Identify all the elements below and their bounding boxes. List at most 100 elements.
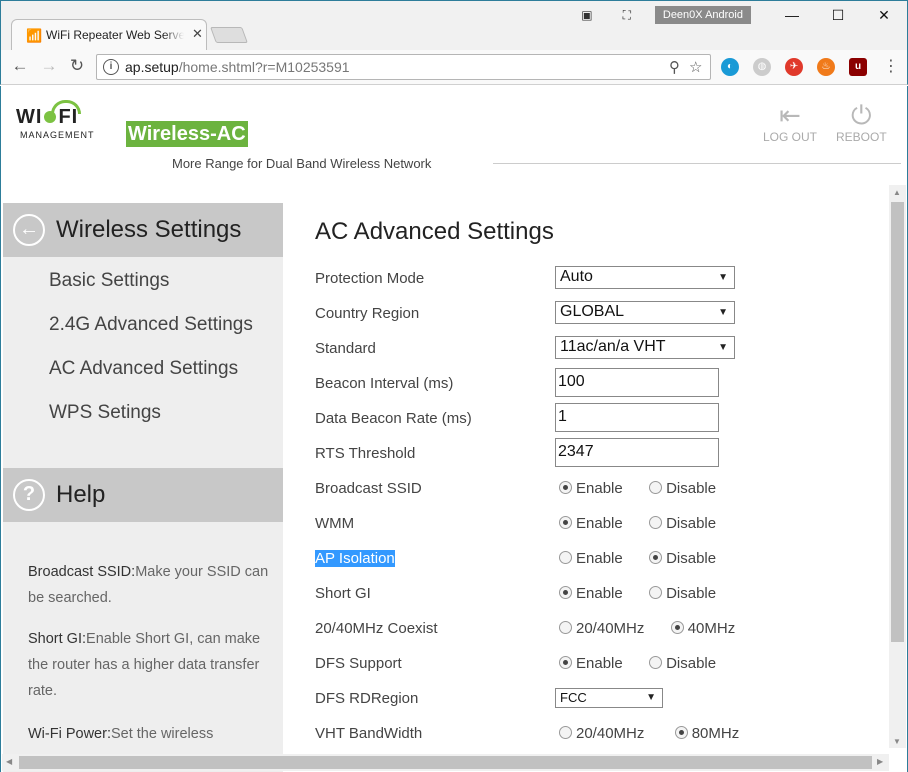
- scroll-right-icon[interactable]: ▶: [877, 757, 883, 766]
- logout-icon: ⇤: [779, 100, 801, 130]
- help-short-gi: Short GI:Enable Short GI, can make the r…: [28, 626, 273, 704]
- dfs-rdregion-select[interactable]: FCC ▼: [555, 688, 663, 708]
- back-circle-icon[interactable]: ←: [13, 214, 45, 246]
- broadcast-ssid-disable-radio[interactable]: [649, 481, 663, 494]
- radio-label: Enable: [576, 585, 623, 602]
- wireless-settings-header[interactable]: ← Wireless Settings: [3, 203, 283, 257]
- vertical-scrollbar[interactable]: ▲ ▼: [889, 185, 906, 748]
- radio-label: Disable: [666, 655, 717, 672]
- cast-icon[interactable]: ▣: [575, 8, 599, 22]
- profile-badge[interactable]: Deen0X Android: [654, 6, 751, 24]
- help-term: Short GI:: [28, 631, 87, 647]
- wmm-enable-radio[interactable]: [559, 516, 572, 529]
- help-wifi-power: Wi-Fi Power:Set the wireless: [28, 721, 273, 747]
- new-tab-button[interactable]: [210, 27, 248, 43]
- country-region-select[interactable]: GLOBAL ▼: [555, 301, 735, 324]
- extension-fire-icon[interactable]: ♨: [817, 58, 835, 76]
- ap-isolation-enable-radio[interactable]: [559, 551, 572, 564]
- window-controls: ▣ ⛶ Deen0X Android — ☐ ✕: [575, 1, 907, 29]
- ap-isolation-disable-radio[interactable]: [649, 551, 663, 564]
- forward-arrow-icon[interactable]: →: [38, 56, 60, 76]
- tab-close-icon[interactable]: ✕: [192, 26, 203, 42]
- sidebar: ← Wireless Settings Basic Settings 2.4G …: [3, 203, 283, 772]
- horizontal-scrollbar[interactable]: ◀ ▶: [2, 754, 889, 771]
- standard-select[interactable]: 11ac/an/a VHT ▼: [555, 336, 735, 359]
- url-path: /home.shtml?r=M10253591: [178, 59, 350, 75]
- radio-label: 20/40MHz: [576, 725, 645, 742]
- dfs-support-disable-radio[interactable]: [649, 656, 663, 669]
- radio-label: Enable: [576, 655, 623, 672]
- coexist-radios: 20/40MHz 40MHz: [559, 620, 735, 637]
- logo-subtitle: MANAGEMENT: [20, 130, 95, 140]
- dropdown-arrow-icon: ▼: [718, 307, 728, 318]
- horizontal-scroll-thumb[interactable]: [19, 756, 872, 769]
- broadcast-ssid-enable-radio[interactable]: [559, 481, 572, 494]
- maximize-button[interactable]: ☐: [815, 7, 861, 24]
- radio-label: Enable: [576, 550, 623, 567]
- url-domain: ap.setup: [125, 59, 179, 75]
- radio-label: Enable: [576, 515, 623, 532]
- browser-tab[interactable]: 📶 WiFi Repeater Web Server ✕: [11, 19, 207, 51]
- help-term: Broadcast SSID:: [28, 564, 136, 580]
- radio-label: Enable: [576, 480, 623, 497]
- scroll-down-icon[interactable]: ▼: [893, 737, 901, 746]
- coexist-40-radio[interactable]: [670, 621, 684, 634]
- wmm-disable-radio[interactable]: [649, 516, 663, 529]
- key-icon[interactable]: ⚲: [669, 58, 680, 76]
- dfs-support-enable-radio[interactable]: [559, 656, 572, 669]
- page-title: AC Advanced Settings: [315, 218, 554, 245]
- rts-threshold-input[interactable]: 2347: [555, 438, 719, 467]
- dropdown-arrow-icon: ▼: [718, 272, 728, 283]
- data-beacon-rate-input[interactable]: 1: [555, 403, 719, 432]
- sidebar-item-24g-advanced[interactable]: 2.4G Advanced Settings: [49, 314, 253, 336]
- url-text[interactable]: ap.setup/home.shtml?r=M10253591: [125, 59, 350, 75]
- extension-globe-icon[interactable]: ◍: [753, 58, 771, 76]
- screenshot-icon[interactable]: ⛶: [615, 8, 639, 23]
- sidebar-item-wps[interactable]: WPS Setings: [49, 402, 161, 424]
- minimize-button[interactable]: —: [769, 7, 815, 23]
- vht-80-radio[interactable]: [674, 726, 688, 739]
- tagline: More Range for Dual Band Wireless Networ…: [172, 156, 432, 171]
- beacon-interval-input[interactable]: 100: [555, 368, 719, 397]
- scroll-up-icon[interactable]: ▲: [893, 188, 901, 197]
- logo-arc: [51, 100, 81, 114]
- info-icon[interactable]: i: [103, 59, 119, 75]
- coexist-2040-radio[interactable]: [559, 621, 572, 634]
- wmm-radios: Enable Disable: [559, 515, 716, 532]
- reboot-label: REBOOT: [836, 130, 887, 144]
- protection-mode-select[interactable]: Auto ▼: [555, 266, 735, 289]
- header-divider: [493, 163, 901, 164]
- broadcast-ssid-radios: Enable Disable: [559, 480, 716, 497]
- wifi-favicon-icon: 📶: [26, 28, 43, 43]
- country-region-label: Country Region: [315, 305, 420, 322]
- browser-titlebar: 📶 WiFi Repeater Web Server ✕ ▣ ⛶ Deen0X …: [0, 0, 908, 51]
- short-gi-disable-radio[interactable]: [649, 586, 663, 599]
- dfs-rdregion-value: FCC: [560, 690, 587, 705]
- extension-blue-icon[interactable]: ◐: [721, 58, 739, 76]
- vht-bandwidth-radios: 20/40MHz 80MHz: [559, 725, 739, 742]
- scroll-left-icon[interactable]: ◀: [6, 757, 12, 766]
- address-bar[interactable]: i ap.setup/home.shtml?r=M10253591 ⚲ ☆: [96, 54, 711, 80]
- ublock-icon[interactable]: u: [849, 58, 867, 76]
- sidebar-item-ac-advanced[interactable]: AC Advanced Settings: [49, 358, 238, 380]
- standard-value: 11ac/an/a VHT: [560, 338, 666, 355]
- help-desc: Set the wireless: [110, 726, 214, 742]
- reload-icon[interactable]: ↻: [66, 56, 88, 76]
- reboot-button[interactable]: ⏻ REBOOT: [836, 100, 887, 144]
- broadcast-ssid-label: Broadcast SSID: [315, 480, 422, 497]
- vht-bandwidth-label: VHT BandWidth: [315, 725, 423, 742]
- close-window-button[interactable]: ✕: [861, 7, 907, 24]
- radio-label: Disable: [666, 480, 717, 497]
- vertical-scroll-thumb[interactable]: [891, 202, 904, 642]
- bookmark-star-icon[interactable]: ☆: [689, 58, 702, 76]
- browser-menu-icon[interactable]: ⋮: [883, 56, 899, 76]
- back-arrow-icon[interactable]: ←: [9, 56, 31, 76]
- vht-2040-radio[interactable]: [559, 726, 572, 739]
- short-gi-enable-radio[interactable]: [559, 586, 572, 599]
- beacon-interval-label: Beacon Interval (ms): [315, 375, 454, 392]
- page-content: WI FI MANAGEMENT Wireless-AC More Range f…: [0, 86, 908, 772]
- sidebar-item-basic-settings[interactable]: Basic Settings: [49, 270, 169, 292]
- extension-red-icon[interactable]: ✈: [785, 58, 803, 76]
- logout-button[interactable]: ⇤ LOG OUT: [763, 100, 817, 144]
- help-broadcast-ssid: Broadcast SSID:Make your SSID can be sea…: [28, 559, 273, 611]
